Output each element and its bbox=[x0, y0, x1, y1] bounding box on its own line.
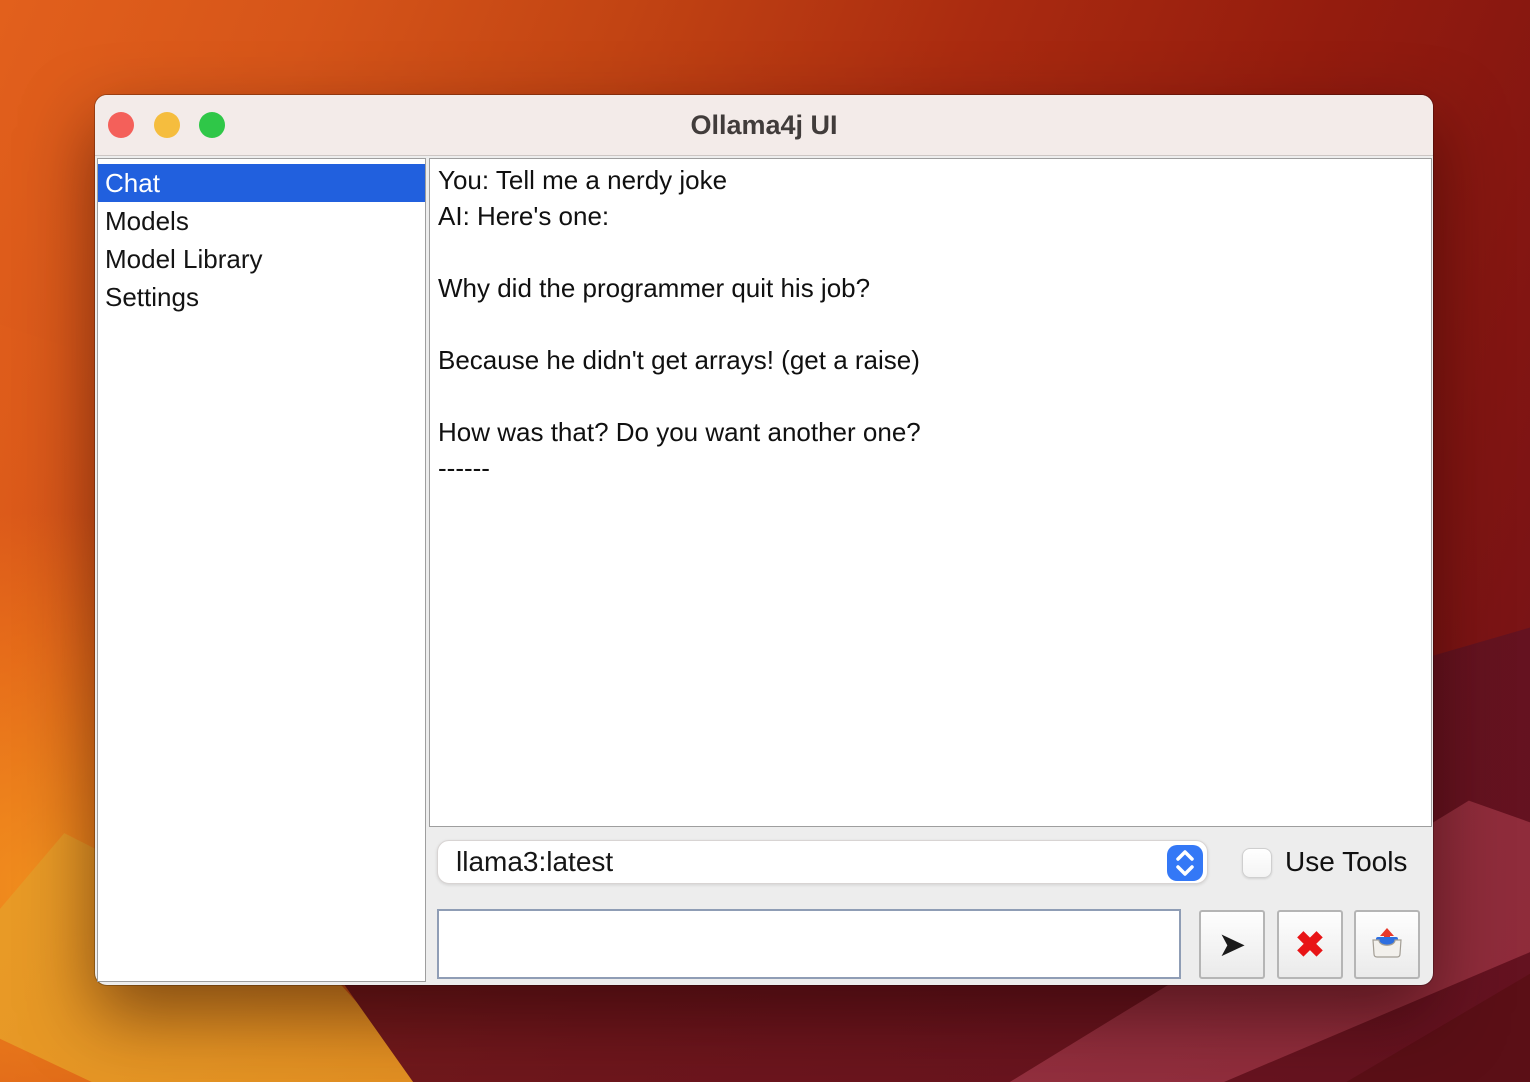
window-title: Ollama4j UI bbox=[95, 95, 1433, 155]
app-window: Ollama4j UI Chat Models Model Library Se… bbox=[95, 95, 1433, 985]
sidebar-item-settings[interactable]: Settings bbox=[98, 278, 425, 316]
model-selector-dropdown[interactable]: llama3:latest bbox=[437, 840, 1208, 884]
send-arrow-icon: ➤ bbox=[1218, 928, 1247, 962]
send-button[interactable]: ➤ bbox=[1199, 910, 1265, 979]
export-button[interactable] bbox=[1354, 910, 1420, 979]
sidebar-item-models[interactable]: Models bbox=[98, 202, 425, 240]
message-input[interactable] bbox=[437, 909, 1181, 979]
sidebar-nav-list: Chat Models Model Library Settings bbox=[97, 158, 426, 982]
use-tools-checkbox[interactable] bbox=[1242, 848, 1272, 878]
sidebar-item-chat[interactable]: Chat bbox=[98, 164, 425, 202]
red-x-icon: ✖ bbox=[1295, 927, 1325, 963]
cancel-button[interactable]: ✖ bbox=[1277, 910, 1343, 979]
tray-upload-icon bbox=[1367, 923, 1407, 966]
use-tools-label: Use Tools bbox=[1285, 840, 1407, 884]
chat-transcript-area[interactable]: You: Tell me a nerdy joke AI: Here's one… bbox=[429, 158, 1432, 827]
sidebar-item-model-library[interactable]: Model Library bbox=[98, 240, 425, 278]
titlebar[interactable]: Ollama4j UI bbox=[95, 95, 1433, 156]
model-selector-value: llama3:latest bbox=[456, 841, 613, 883]
updown-chevrons-icon bbox=[1167, 845, 1203, 881]
